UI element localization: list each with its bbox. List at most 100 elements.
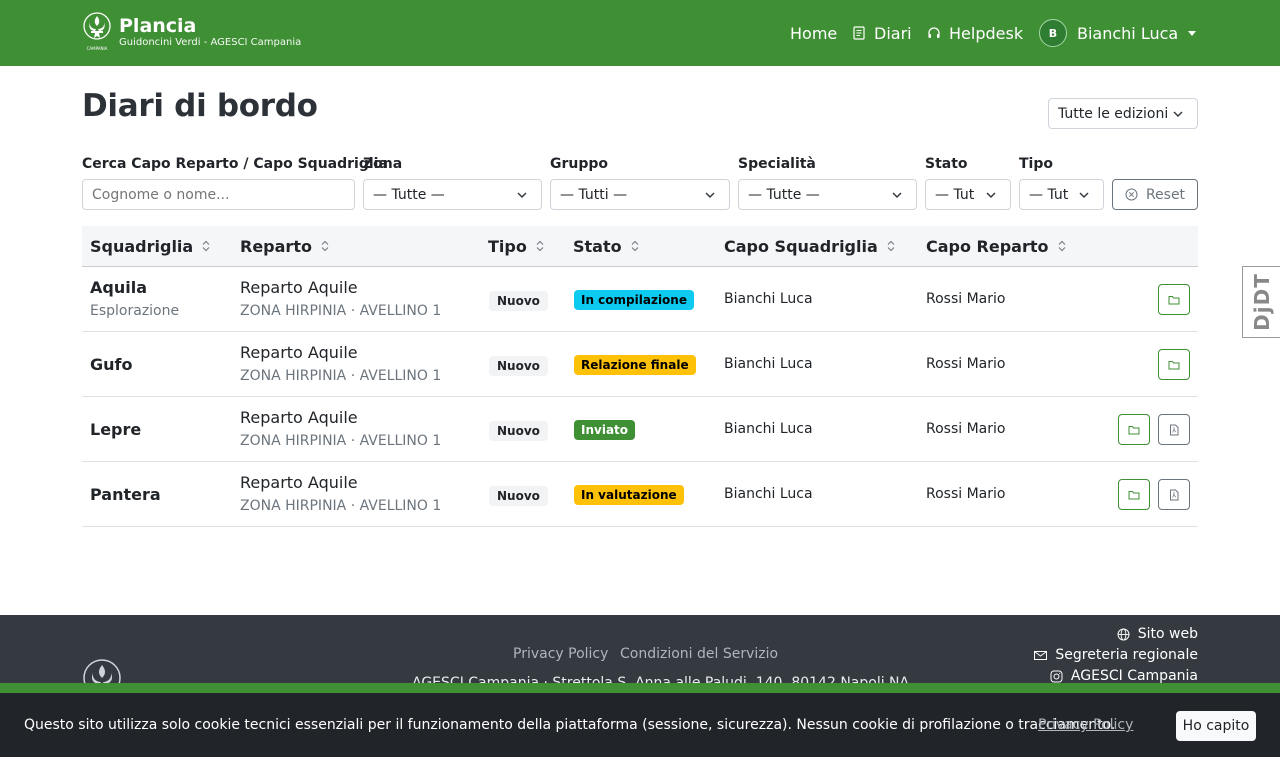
capo-squadriglia: Bianchi Luca [724,486,813,502]
folder-icon [1168,295,1180,304]
status-badge: Inviato [574,420,636,440]
circle-x-icon [1125,188,1138,201]
brand-subtitle: Guidoncini Verdi - AGESCI Campania [119,37,302,48]
footer-website-label: Sito web [1137,626,1198,642]
nav-diari-label: Diari [874,23,912,43]
nav-helpdesk[interactable]: Helpdesk [927,0,1023,66]
chevron-down-icon [892,192,902,199]
reparto-zona: ZONA HIRPINIA · AVELLINO 1 [240,368,442,384]
th-stato[interactable]: Stato [573,226,639,266]
open-folder-button[interactable] [1118,479,1150,510]
th-reparto[interactable]: Reparto [240,226,329,266]
th-label: Capo Reparto [926,236,1049,256]
edition-select[interactable]: Tutte le edizioni [1048,98,1198,129]
cookie-privacy-link[interactable]: Privacy Policy [1038,717,1133,733]
squadriglia-name: Lepre [90,420,142,439]
nav-diari[interactable]: Diari [852,0,912,66]
th-capo-squadriglia[interactable]: Capo Squadriglia [724,226,895,266]
status-badge: Relazione finale [574,355,696,375]
table-row: Gufo Reparto Aquile ZONA HIRPINIA · AVEL… [82,332,1198,397]
reparto-zona: ZONA HIRPINIA · AVELLINO 1 [240,303,442,319]
stato-select[interactable]: — Tut [925,179,1011,210]
download-pdf-button[interactable] [1158,414,1190,445]
gruppo-select[interactable]: — Tutti — [550,179,730,210]
nav-helpdesk-label: Helpdesk [949,23,1024,43]
capo-reparto: Rossi Mario [926,291,1006,307]
th-squadriglia[interactable]: Squadriglia [90,226,210,266]
stato-select-value: — Tut [935,186,975,203]
open-folder-button[interactable] [1158,349,1190,380]
brand-title: Plancia [119,15,197,37]
page-title: Diari di bordo [82,88,318,124]
capo-squadriglia: Bianchi Luca [724,356,813,372]
footer-terms-link[interactable]: Condizioni del Servizio [620,646,778,662]
reparto-name: Reparto Aquile [240,473,358,492]
debug-toolbar-label: DjDT [1249,273,1274,331]
status-badge: In compilazione [574,290,694,310]
search-input[interactable] [82,179,355,210]
reparto-name: Reparto Aquile [240,278,358,297]
reset-label: Reset [1145,186,1186,203]
capo-squadriglia: Bianchi Luca [724,421,813,437]
chevron-down-icon [517,192,527,199]
table-header: Squadriglia Reparto Tipo Stato Capo Squa… [82,226,1198,267]
journal-icon [853,26,865,40]
table-row: Aquila Esplorazione Reparto Aquile ZONA … [82,267,1198,332]
debug-toolbar-handle[interactable]: DjDT [1242,266,1280,338]
user-menu-dropdown[interactable]: B Bianchi Luca [1039,0,1197,66]
table-row: Lepre Reparto Aquile ZONA HIRPINIA · AVE… [82,397,1198,462]
zona-select[interactable]: — Tutte — [363,179,542,210]
stato-label: Stato [925,156,968,172]
headset-icon [928,27,940,38]
reparto-name: Reparto Aquile [240,408,358,427]
squadriglia-name: Aquila [90,278,147,297]
th-label: Squadriglia [90,236,194,256]
footer-privacy-link[interactable]: Privacy Policy [513,646,608,662]
cookie-banner: Questo sito utilizza solo cookie tecnici… [0,693,1280,757]
capo-reparto: Rossi Mario [926,486,1006,502]
chevron-down-icon [1079,192,1089,199]
folder-icon [1128,425,1140,434]
top-navbar: CAMPANIA Plancia Guidoncini Verdi - AGES… [0,0,1280,66]
search-label: Cerca Capo Reparto / Capo Squadriglia [82,156,388,172]
tipo-badge: Nuovo [489,291,548,311]
avatar: B [1039,19,1067,47]
file-pdf-icon [1170,424,1179,435]
th-label: Stato [573,236,622,256]
open-folder-button[interactable] [1158,284,1190,315]
sort-icon [887,240,895,252]
folder-icon [1168,360,1180,369]
squadriglia-name: Pantera [90,485,161,504]
sort-icon [202,240,210,252]
svg-text:CAMPANIA: CAMPANIA [87,46,108,51]
reparto-zona: ZONA HIRPINIA · AVELLINO 1 [240,433,442,449]
th-capo-reparto[interactable]: Capo Reparto [926,226,1066,266]
table-row: Pantera Reparto Aquile ZONA HIRPINIA · A… [82,462,1198,527]
specialita-select[interactable]: — Tutte — [738,179,917,210]
reset-button[interactable]: Reset [1112,179,1198,210]
nav-home-label: Home [790,23,838,43]
tipo-badge: Nuovo [489,421,548,441]
nav-home[interactable]: Home [790,0,837,66]
footer-email-link[interactable]: Segreteria regionale [1034,647,1198,663]
tipo-label: Tipo [1019,156,1053,172]
cookie-accept-button[interactable]: Ho capito [1176,711,1256,741]
tipo-select[interactable]: — Tut [1019,179,1104,210]
chevron-down-icon [986,192,996,199]
capo-reparto: Rossi Mario [926,356,1006,372]
edition-select-value: Tutte le edizioni [1058,105,1169,122]
caret-down-icon [1188,30,1197,36]
th-tipo[interactable]: Tipo [488,226,544,266]
footer-instagram-link[interactable]: AGESCI Campania [1050,668,1198,684]
cookie-text: Questo sito utilizza solo cookie tecnici… [24,717,1116,733]
footer-email-label: Segreteria regionale [1055,647,1198,663]
download-pdf-button[interactable] [1158,479,1190,510]
footer-website-link[interactable]: Sito web [1117,626,1198,642]
squadriglia-specialita: Esplorazione [90,303,180,319]
open-folder-button[interactable] [1118,414,1150,445]
reparto-name: Reparto Aquile [240,343,358,362]
sort-icon [1058,240,1065,252]
tipo-select-value: — Tut [1029,186,1069,203]
brand-link[interactable]: CAMPANIA Plancia Guidoncini Verdi - AGES… [82,12,301,52]
instagram-icon [1050,670,1063,682]
